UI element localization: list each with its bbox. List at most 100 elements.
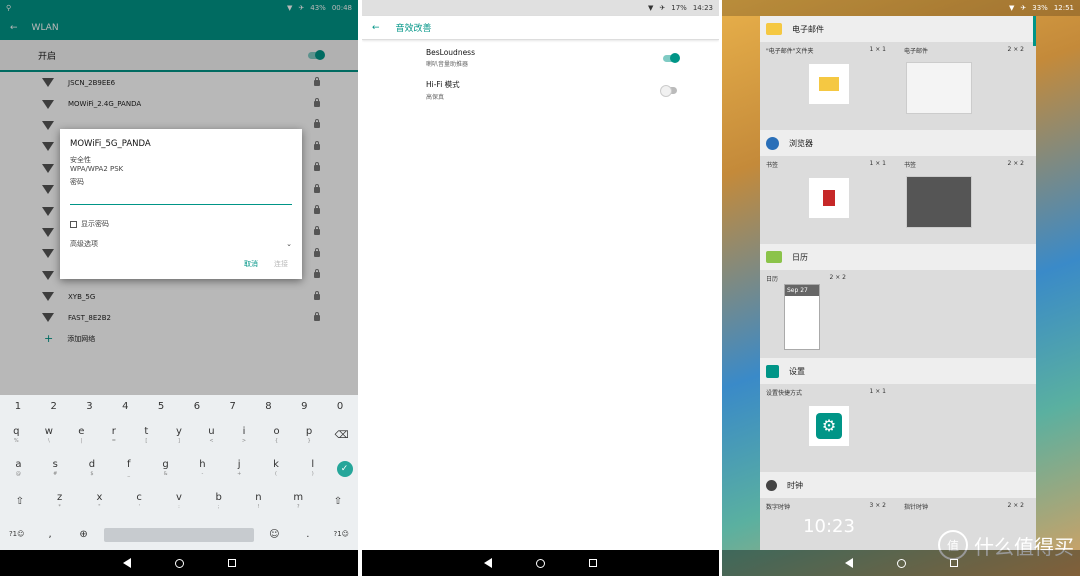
group-name: 浏览器 [789, 138, 813, 148]
nav-back-icon[interactable] [484, 558, 492, 568]
key-k[interactable]: k( [263, 460, 289, 477]
widget-bookmark-small[interactable]: 书签 1 × 1 [760, 156, 898, 244]
key-s[interactable]: s # [42, 460, 68, 477]
emoji-icon[interactable]: ☺ [261, 529, 287, 540]
hifi-setting[interactable]: Hi-Fi 模式 高保真 [362, 74, 719, 106]
widget-calendar[interactable]: 日历 2 × 2 Sep 27 [760, 270, 898, 358]
period-key[interactable]: . [295, 529, 321, 540]
calendar-icon [766, 251, 782, 263]
key-r[interactable]: r = [101, 427, 127, 444]
network-item[interactable]: XYB_5G [0, 286, 358, 307]
widget-picker-panel: ▼ ✈ 33% 12:51 电子邮件 "电子邮件"文件夹 1 × 1 电子邮件 … [722, 0, 1080, 576]
shift-icon[interactable]: ⇧ [7, 496, 33, 507]
nav-back-icon[interactable] [122, 558, 131, 568]
advanced-options[interactable]: 高级选项 ⌄ [70, 239, 292, 249]
airplane-icon: ✈ [1020, 4, 1027, 12]
key-a[interactable]: a @ [5, 460, 31, 477]
globe-icon[interactable]: ⊕ [71, 529, 97, 540]
key-z[interactable]: z * [47, 493, 73, 510]
add-network-row[interactable]: + 添加网络 [0, 329, 358, 349]
shift-icon-right[interactable]: ⇧ [325, 496, 351, 507]
enter-key-icon[interactable]: ✓ [336, 460, 353, 477]
key-8[interactable]: 8 [255, 402, 281, 412]
key-l[interactable]: l) [300, 460, 326, 477]
widget-settings-shortcut[interactable]: 设置快捷方式 1 × 1 ⚙ [760, 384, 898, 472]
widget-email-inbox[interactable]: 电子邮件 2 × 2 [898, 42, 1036, 130]
key-x[interactable]: x " [86, 493, 112, 510]
key-d[interactable]: d $ [79, 460, 105, 477]
key-w[interactable]: w \ [36, 427, 62, 444]
besloudness-setting[interactable]: BesLoudness 喇叭音量助推器 [362, 42, 719, 74]
key-m[interactable]: m? [285, 493, 311, 510]
back-arrow-icon[interactable]: ← [372, 23, 380, 33]
network-item[interactable]: FAST_8E2B2 [0, 307, 358, 328]
wifi-password-dialog: MOWiFi_5G_PANDA 安全性 WPA/WPA2 PSK 密码 显示密码… [60, 129, 302, 279]
wifi-signal-icon [42, 78, 54, 88]
key-3[interactable]: 3 [76, 402, 102, 412]
soft-keyboard: 1234567890 q% w \ e | r = t[ y] u < i > o{ p} ⌫ a @ s # d $ f… [0, 395, 358, 550]
wlan-switch[interactable] [308, 49, 325, 60]
wifi-status-icon: ▼ [286, 4, 293, 12]
widget-group-settings: 设置 [760, 358, 1036, 384]
key-2[interactable]: 2 [41, 402, 67, 412]
key-h[interactable]: h- [189, 460, 215, 477]
key-o[interactable]: o{ [264, 427, 290, 444]
key-p[interactable]: p} [296, 427, 322, 444]
lock-icon [314, 311, 320, 321]
key-b[interactable]: b; [206, 493, 232, 510]
widget-bookmark-large[interactable]: 书签 2 × 2 [898, 156, 1036, 244]
nav-home-icon[interactable] [896, 558, 906, 568]
key-c[interactable]: c ' [126, 493, 152, 510]
key-u[interactable]: u < [198, 427, 224, 444]
wifi-signal-icon [42, 270, 54, 280]
key-6[interactable]: 6 [184, 402, 210, 412]
key-7[interactable]: 7 [220, 402, 246, 412]
widget-label: "电子邮件"文件夹 [766, 48, 814, 55]
bookmarks-preview [906, 176, 972, 228]
key-t[interactable]: t[ [133, 427, 159, 444]
key-v[interactable]: v: [166, 493, 192, 510]
checkbox-icon[interactable] [70, 220, 77, 228]
key-e[interactable]: e | [68, 427, 94, 444]
network-item[interactable]: JSCN_2B9EE6 [0, 72, 358, 93]
widget-group-email: 电子邮件 [760, 16, 1036, 42]
besloudness-switch[interactable] [663, 52, 680, 63]
widget-list: 电子邮件 "电子邮件"文件夹 1 × 1 电子邮件 2 × 2 浏览器 书签 1… [760, 16, 1036, 550]
key-5[interactable]: 5 [148, 402, 174, 412]
chevron-down-icon[interactable]: ⌄ [286, 240, 292, 248]
nav-recents-icon[interactable] [227, 559, 236, 567]
nav-back-icon[interactable] [844, 558, 853, 568]
symbols-key-right[interactable]: ?1☺ [328, 531, 354, 538]
widget-digital-clock[interactable]: 数字时钟 3 × 2 10:23 [760, 498, 898, 550]
nav-home-icon[interactable] [174, 558, 184, 568]
comma-key[interactable]: , [37, 529, 63, 540]
symbols-key[interactable]: ?1☺ [4, 531, 30, 538]
connect-button[interactable]: 连接 [274, 259, 288, 269]
nav-home-icon[interactable] [536, 558, 545, 568]
show-password-checkbox[interactable]: 显示密码 [70, 219, 292, 229]
back-arrow-icon[interactable]: ← [10, 23, 18, 33]
key-g[interactable]: g & [153, 460, 179, 477]
network-item[interactable]: MOWiFi_2.4G_PANDA [0, 93, 358, 114]
password-input[interactable] [70, 189, 292, 205]
nav-recents-icon[interactable] [949, 559, 958, 567]
key-1[interactable]: 1 [5, 402, 31, 412]
hifi-switch[interactable] [660, 84, 677, 97]
widget-email-folder[interactable]: "电子邮件"文件夹 1 × 1 [760, 42, 898, 130]
inbox-preview [906, 62, 972, 114]
wifi-status-icon: ▼ [1008, 4, 1015, 12]
key-n[interactable]: n! [245, 493, 271, 510]
key-0[interactable]: 0 [327, 402, 353, 412]
key-j[interactable]: j + [226, 460, 252, 477]
key-9[interactable]: 9 [291, 402, 317, 412]
nav-recents-icon[interactable] [589, 559, 597, 567]
backspace-icon[interactable]: ⌫ [329, 430, 355, 441]
wlan-toggle-row[interactable]: 开启 [0, 40, 358, 72]
key-4[interactable]: 4 [112, 402, 138, 412]
space-key[interactable] [103, 527, 254, 542]
key-f[interactable]: f _ [116, 460, 142, 477]
key-i[interactable]: i > [231, 427, 257, 444]
key-y[interactable]: y] [166, 427, 192, 444]
key-q[interactable]: q% [3, 427, 29, 444]
cancel-button[interactable]: 取消 [244, 259, 258, 269]
